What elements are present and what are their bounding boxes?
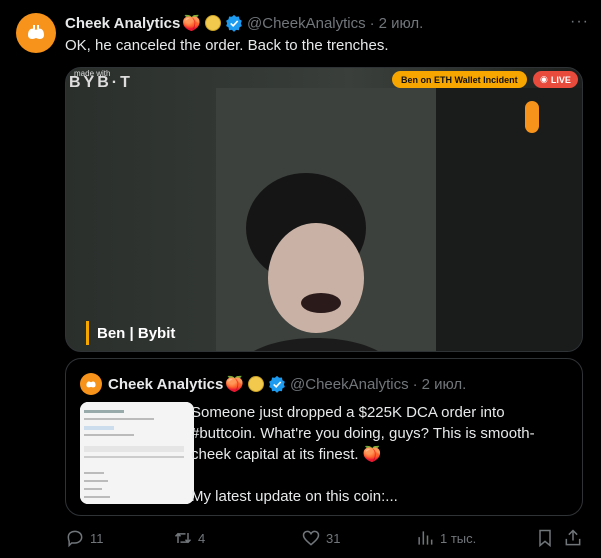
speaker-name-tag: Ben | Bybit	[86, 321, 175, 345]
verified-badge-icon	[269, 375, 285, 393]
quote-author-avatar	[80, 373, 102, 395]
share-button[interactable]	[563, 528, 583, 548]
corner-logo-icon	[525, 101, 539, 133]
tweet: Cheek Analytics 🍑 @CheekAnalytics · 2 ию…	[0, 0, 601, 558]
coin-badge-icon	[205, 15, 222, 31]
cheek-logo-icon	[86, 381, 96, 388]
quote-author-handle: @CheekAnalytics	[290, 375, 409, 393]
quoted-tweet[interactable]: Cheek Analytics 🍑 @CheekAnalytics · 2 ию…	[65, 358, 583, 516]
tweet-header: Cheek Analytics 🍑 @CheekAnalytics · 2 ию…	[65, 13, 581, 33]
quote-author-name: Cheek Analytics	[108, 375, 224, 393]
more-options-icon[interactable]: ···	[570, 13, 589, 31]
like-button[interactable]: 31	[301, 528, 340, 548]
like-count: 31	[326, 530, 341, 546]
quote-text: Someone just dropped a $225K DCA order i…	[191, 402, 569, 507]
author-handle[interactable]: @CheekAnalytics	[247, 15, 366, 32]
separator-dot: ·	[369, 14, 375, 32]
reply-icon	[67, 530, 83, 548]
document-preview-image	[80, 402, 194, 504]
bookmark-button[interactable]	[535, 528, 555, 548]
coin-badge-icon	[248, 376, 265, 392]
tweet-date[interactable]: 2 июл.	[379, 15, 424, 32]
quote-header: Cheek Analytics 🍑 @CheekAnalytics · 2 ию…	[108, 373, 466, 395]
share-icon	[565, 529, 581, 546]
quote-thumbnail	[80, 402, 194, 504]
video-shadow	[436, 88, 582, 351]
live-badge: ◉ LIVE	[533, 71, 578, 88]
incident-label: Ben on ETH Wallet Incident	[392, 71, 527, 88]
live-label: LIVE	[550, 74, 571, 85]
quote-text-paragraph: Someone just dropped a $225K DCA order i…	[191, 404, 535, 463]
person-figure	[246, 173, 378, 351]
quote-text-continuation: My latest update on this coin:...	[191, 488, 398, 505]
bybit-watermark: BYB·T	[69, 74, 133, 91]
quote-date: 2 июл.	[421, 375, 467, 393]
repost-count: 4	[198, 530, 206, 546]
author-avatar[interactable]	[16, 13, 56, 53]
heart-icon	[302, 530, 320, 546]
repost-button[interactable]: 4	[173, 528, 205, 548]
views-count: 1 тыс.	[440, 530, 477, 546]
peach-emoji: 🍑	[182, 15, 202, 32]
author-name[interactable]: Cheek Analytics	[65, 15, 180, 32]
action-bar: 11 4 31 1 тыс.	[65, 526, 585, 550]
repost-icon	[174, 532, 192, 544]
reply-button[interactable]: 11	[65, 528, 104, 548]
video-media[interactable]: made with BYB·T Ben on ETH Wallet Incide…	[65, 67, 583, 352]
tweet-text: OK, he canceled the order. Back to the t…	[65, 37, 389, 54]
bookmark-icon	[539, 529, 551, 548]
cheek-logo-icon	[28, 25, 44, 39]
reply-count: 11	[90, 530, 104, 546]
views-button[interactable]: 1 тыс.	[415, 528, 476, 548]
verified-badge-icon	[226, 14, 242, 32]
analytics-icon	[418, 531, 433, 545]
peach-emoji: 🍑	[225, 376, 245, 393]
separator-dot: ·	[412, 375, 418, 393]
live-broadcast-icon: ◉	[540, 74, 548, 84]
